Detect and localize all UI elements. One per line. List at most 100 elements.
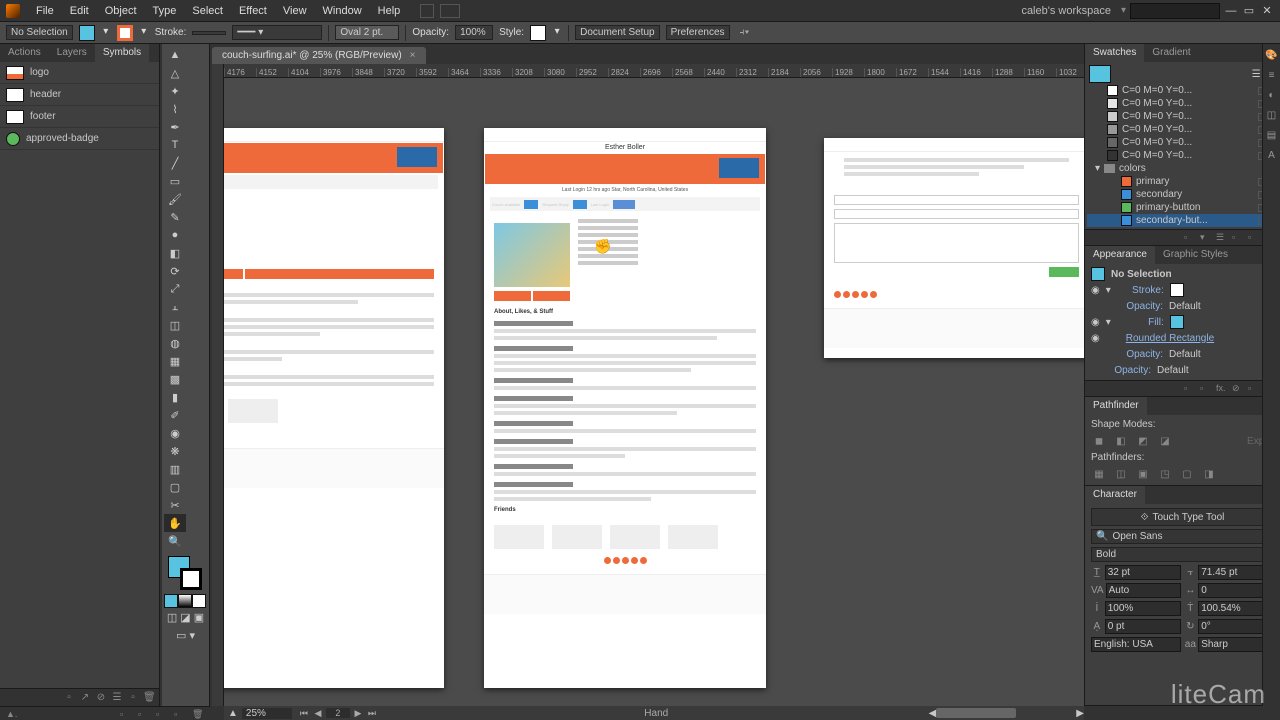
color-mode-icon[interactable] bbox=[164, 594, 178, 608]
swatch-lib-icon[interactable]: ▫ bbox=[1184, 232, 1196, 244]
workspace-switcher[interactable]: caleb's workspace bbox=[1021, 5, 1111, 17]
zoom-tool-icon[interactable]: 🔍 bbox=[164, 532, 186, 550]
draw-mode-icon[interactable]: ◫ ◪ ▣ bbox=[164, 608, 207, 626]
minus-back-icon[interactable]: ◨ bbox=[1201, 467, 1217, 481]
window-close-icon[interactable]: ✕ bbox=[1260, 4, 1274, 18]
fill-swatch-icon[interactable] bbox=[1170, 315, 1184, 329]
artboard-tool-icon[interactable]: ▢ bbox=[164, 478, 186, 496]
tab-pathfinder[interactable]: Pathfinder bbox=[1085, 397, 1147, 415]
fill-swatch[interactable] bbox=[79, 25, 95, 41]
unite-icon[interactable]: ◼ bbox=[1091, 434, 1107, 448]
stroke-profile-select[interactable]: ━━━ ▾ bbox=[232, 25, 322, 40]
menu-effect[interactable]: Effect bbox=[231, 5, 275, 17]
collapsed-panel-icon[interactable]: ◫ bbox=[1265, 110, 1279, 124]
swatch-folder-row[interactable]: ▾colors bbox=[1087, 162, 1276, 175]
menu-type[interactable]: Type bbox=[145, 5, 185, 17]
help-search-input[interactable] bbox=[1130, 3, 1220, 19]
preferences-button[interactable]: Preferences bbox=[666, 25, 730, 40]
status-icon[interactable]: ▫ bbox=[120, 709, 132, 719]
style-swatch[interactable] bbox=[530, 25, 546, 41]
mesh-tool-icon[interactable]: ▩ bbox=[164, 370, 186, 388]
effect-link[interactable]: Rounded Rectangle bbox=[1126, 333, 1214, 344]
stroke-color-icon[interactable] bbox=[180, 568, 202, 590]
menu-help[interactable]: Help bbox=[370, 5, 409, 17]
direct-selection-tool-icon[interactable]: △ bbox=[164, 64, 186, 82]
stroke-swatch-icon[interactable] bbox=[1170, 283, 1184, 297]
rotate-tool-icon[interactable]: ⟳ bbox=[164, 262, 186, 280]
collapsed-color-icon[interactable]: 🎨 bbox=[1265, 50, 1279, 64]
language-select[interactable] bbox=[1091, 637, 1181, 652]
menu-object[interactable]: Object bbox=[97, 5, 145, 17]
touch-type-button[interactable]: ⟐Touch Type Tool bbox=[1091, 508, 1274, 526]
tab-character[interactable]: Character bbox=[1085, 486, 1145, 504]
arrange-docs-icon[interactable] bbox=[440, 4, 460, 18]
gradient-tool-icon[interactable]: ▮ bbox=[164, 388, 186, 406]
swatch-row[interactable]: secondary bbox=[1087, 188, 1276, 201]
new-symbol-icon[interactable]: ▫ bbox=[127, 692, 139, 704]
blob-brush-tool-icon[interactable]: ● bbox=[164, 226, 186, 244]
symbol-row[interactable]: header bbox=[0, 84, 159, 106]
lasso-tool-icon[interactable]: ⌇ bbox=[164, 100, 186, 118]
rectangle-tool-icon[interactable]: ▭ bbox=[164, 172, 186, 190]
swatch-row[interactable]: C=0 M=0 Y=0... bbox=[1087, 123, 1276, 136]
paintbrush-tool-icon[interactable]: 🖌 bbox=[164, 190, 186, 208]
perspective-tool-icon[interactable]: ▦ bbox=[164, 352, 186, 370]
pencil-tool-icon[interactable]: ✎ bbox=[164, 208, 186, 226]
horizontal-ruler[interactable]: 4176415241043976384837203592346433363208… bbox=[224, 64, 1084, 78]
menu-window[interactable]: Window bbox=[315, 5, 370, 17]
zoom-tool-indicator-icon[interactable]: ▲ bbox=[224, 708, 242, 719]
first-artboard-icon[interactable]: ⏮ bbox=[298, 708, 310, 718]
status-icon[interactable]: ▲. bbox=[6, 709, 18, 719]
shape-builder-tool-icon[interactable]: ◍ bbox=[164, 334, 186, 352]
font-size-field[interactable] bbox=[1105, 565, 1181, 580]
scale-tool-icon[interactable]: ⤢ bbox=[164, 280, 186, 298]
window-restore-icon[interactable]: ▭ bbox=[1242, 4, 1256, 18]
stroke-weight-field[interactable] bbox=[192, 31, 226, 35]
collapsed-panel-icon[interactable]: A bbox=[1265, 150, 1279, 164]
tab-appearance[interactable]: Appearance bbox=[1085, 246, 1155, 264]
eyedropper-tool-icon[interactable]: ✐ bbox=[164, 406, 186, 424]
blend-tool-icon[interactable]: ◉ bbox=[164, 424, 186, 442]
status-icon[interactable]: ▫ bbox=[138, 709, 150, 719]
canvas[interactable]: Esther Boller Last Login 12 hrs ago Star… bbox=[224, 78, 1084, 706]
menu-file[interactable]: File bbox=[28, 5, 62, 17]
prev-artboard-icon[interactable]: ◀ bbox=[312, 708, 324, 718]
zoom-level-field[interactable]: 25% bbox=[242, 708, 292, 719]
baseline-field[interactable] bbox=[1105, 619, 1181, 634]
magic-wand-tool-icon[interactable]: ✦ bbox=[164, 82, 186, 100]
menu-view[interactable]: View bbox=[275, 5, 315, 17]
collapsed-stroke-icon[interactable]: ≡ bbox=[1265, 70, 1279, 84]
document-setup-button[interactable]: Document Setup bbox=[575, 25, 660, 40]
visibility-icon[interactable]: ◉ bbox=[1091, 285, 1100, 296]
symbol-libraries-icon[interactable]: ▫ bbox=[63, 692, 75, 704]
line-tool-icon[interactable]: ╱ bbox=[164, 154, 186, 172]
gradient-mode-icon[interactable] bbox=[178, 594, 192, 608]
new-swatch-icon[interactable]: ▫ bbox=[1248, 232, 1260, 244]
tab-gradient[interactable]: Gradient bbox=[1144, 44, 1198, 62]
swatch-row[interactable]: C=0 M=0 Y=0... bbox=[1087, 97, 1276, 110]
minus-front-icon[interactable]: ◧ bbox=[1113, 434, 1129, 448]
tab-graphic-styles[interactable]: Graphic Styles bbox=[1155, 246, 1236, 264]
swatch-list-view-icon[interactable]: ☰ bbox=[1252, 69, 1261, 80]
symbol-options-icon[interactable]: ☰ bbox=[111, 692, 123, 704]
place-symbol-icon[interactable]: ↗ bbox=[79, 692, 91, 704]
visibility-icon[interactable]: ◉ bbox=[1091, 333, 1100, 344]
hscroll-right-icon[interactable]: ▶ bbox=[1076, 708, 1084, 719]
tab-symbols[interactable]: Symbols bbox=[95, 44, 149, 62]
tab-layers[interactable]: Layers bbox=[49, 44, 95, 62]
window-minimize-icon[interactable]: — bbox=[1224, 4, 1238, 18]
tab-swatches[interactable]: Swatches bbox=[1085, 44, 1144, 62]
crop-icon[interactable]: ◳ bbox=[1157, 467, 1173, 481]
swatch-row[interactable]: C=0 M=0 Y=0... bbox=[1087, 84, 1276, 97]
fill-dropdown-icon[interactable]: ▾ bbox=[101, 26, 111, 40]
width-tool-icon[interactable]: ⫠ bbox=[164, 298, 186, 316]
divide-icon[interactable]: ▦ bbox=[1091, 467, 1107, 481]
menu-edit[interactable]: Edit bbox=[62, 5, 97, 17]
horizontal-scrollbar[interactable] bbox=[936, 708, 1016, 718]
swatch-row[interactable]: primary-button bbox=[1087, 201, 1276, 214]
tab-actions[interactable]: Actions bbox=[0, 44, 49, 62]
screen-mode-icon[interactable]: ▭ ▾ bbox=[164, 626, 207, 644]
stroke-swatch[interactable] bbox=[117, 25, 133, 41]
slice-tool-icon[interactable]: ✂ bbox=[164, 496, 186, 514]
symbol-row[interactable]: approved-badge bbox=[0, 128, 159, 150]
